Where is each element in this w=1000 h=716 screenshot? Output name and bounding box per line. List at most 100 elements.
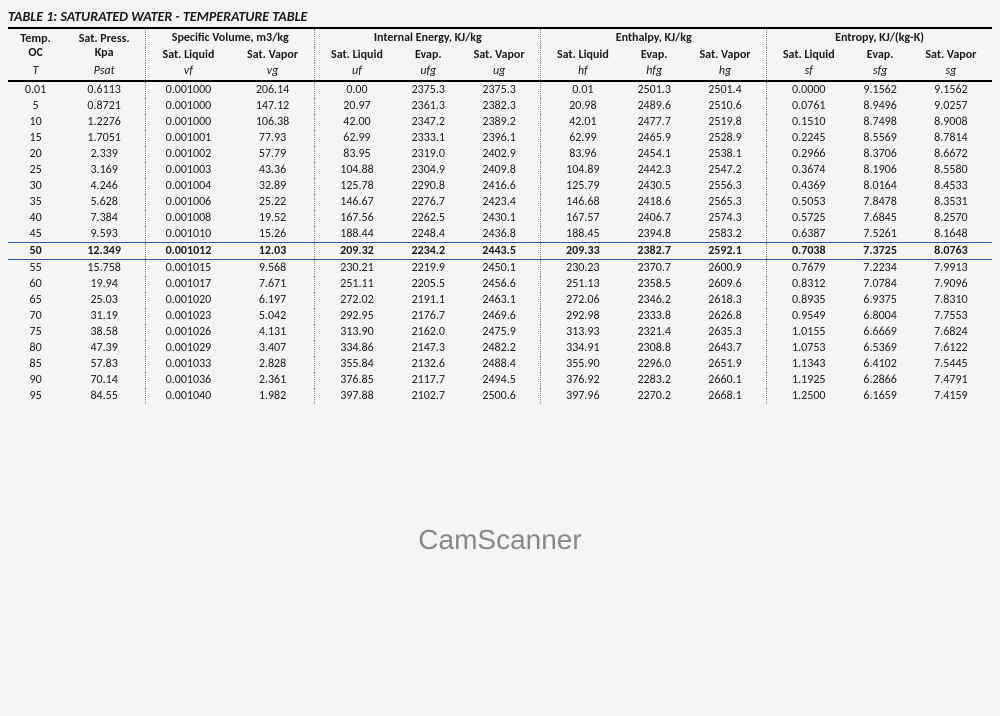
cell-hfg: 2346.2 [625, 292, 684, 308]
cell-Psat: 3.169 [63, 162, 146, 178]
table-row: 459.5930.00101015.26188.442248.42436.818… [8, 226, 992, 243]
cell-ug: 2436.8 [458, 226, 541, 243]
sym-hf: hf [541, 63, 625, 81]
table-row: 151.70510.00100177.9362.992333.12396.162… [8, 130, 992, 146]
cell-sf: 0.8312 [767, 276, 851, 292]
cell-ufg: 2290.8 [399, 178, 458, 194]
cell-T: 90 [8, 372, 63, 388]
cell-T: 10 [8, 114, 63, 130]
cell-Psat: 1.2276 [63, 114, 146, 130]
cell-T: 75 [8, 324, 63, 340]
cell-sfg: 6.6669 [850, 324, 909, 340]
cell-vf: 0.001000 [146, 114, 231, 130]
table-row: 304.2460.00100432.89125.782290.82416.612… [8, 178, 992, 194]
cell-ufg: 2117.7 [399, 372, 458, 388]
cell-T: 50 [8, 243, 63, 260]
cell-ufg: 2319.0 [399, 146, 458, 162]
cell-sg: 8.3531 [910, 194, 992, 210]
cell-hfg: 2394.8 [625, 226, 684, 243]
col-vg-head: Sat. Vapor [231, 47, 315, 63]
cell-vf: 0.001003 [146, 162, 231, 178]
cell-hg: 2556.3 [684, 178, 767, 194]
sym-Psat: Psat [63, 63, 146, 81]
cell-sfg: 6.1659 [850, 388, 909, 404]
cell-hfg: 2406.7 [625, 210, 684, 226]
cell-ufg: 2276.7 [399, 194, 458, 210]
cell-uf: 125.78 [315, 178, 399, 194]
cell-sg: 8.5580 [910, 162, 992, 178]
cell-ufg: 2102.7 [399, 388, 458, 404]
cell-ug: 2450.1 [458, 260, 541, 277]
cell-hg: 2538.1 [684, 146, 767, 162]
cell-vf: 0.001026 [146, 324, 231, 340]
cell-sfg: 6.2866 [850, 372, 909, 388]
cell-sfg: 7.0784 [850, 276, 909, 292]
cell-hg: 2574.3 [684, 210, 767, 226]
cell-ug: 2482.2 [458, 340, 541, 356]
cell-T: 55 [8, 260, 63, 277]
cell-T: 85 [8, 356, 63, 372]
cell-hfg: 2308.8 [625, 340, 684, 356]
cell-uf: 397.88 [315, 388, 399, 404]
cell-uf: 251.11 [315, 276, 399, 292]
cell-sf: 0.8935 [767, 292, 851, 308]
cell-vg: 77.93 [231, 130, 315, 146]
col-uf-head: Sat. Liquid [315, 47, 399, 63]
cell-ug: 2396.1 [458, 130, 541, 146]
col-sfg-head: Evap. [850, 47, 909, 63]
cell-hf: 42.01 [541, 114, 625, 130]
table-row: 9070.140.0010362.361376.852117.72494.537… [8, 372, 992, 388]
cell-hg: 2501.4 [684, 81, 767, 98]
cell-uf: 188.44 [315, 226, 399, 243]
table-row: 6525.030.0010206.197272.022191.12463.127… [8, 292, 992, 308]
cell-uf: 272.02 [315, 292, 399, 308]
cell-hfg: 2501.3 [625, 81, 684, 98]
cell-Psat: 47.39 [63, 340, 146, 356]
cell-sg: 7.6122 [910, 340, 992, 356]
cell-T: 25 [8, 162, 63, 178]
cell-sg: 7.5445 [910, 356, 992, 372]
sym-sf: sf [767, 63, 851, 81]
cell-vg: 32.89 [231, 178, 315, 194]
cell-sg: 9.0257 [910, 98, 992, 114]
cell-vg: 1.982 [231, 388, 315, 404]
cell-ug: 2475.9 [458, 324, 541, 340]
cell-ufg: 2347.2 [399, 114, 458, 130]
cell-uf: 42.00 [315, 114, 399, 130]
cell-vf: 0.001002 [146, 146, 231, 162]
cell-sfg: 6.5369 [850, 340, 909, 356]
col-hg-head: Sat. Vapor [684, 47, 767, 63]
cell-Psat: 4.246 [63, 178, 146, 194]
cell-sf: 0.4369 [767, 178, 851, 194]
cell-sg: 7.4159 [910, 388, 992, 404]
group-internal-energy: Internal Energy, KJ/kg [315, 29, 541, 47]
cell-ufg: 2191.1 [399, 292, 458, 308]
cell-vg: 12.03 [231, 243, 315, 260]
cell-hg: 2547.2 [684, 162, 767, 178]
cell-Psat: 15.758 [63, 260, 146, 277]
cell-sf: 0.0000 [767, 81, 851, 98]
cell-hg: 2651.9 [684, 356, 767, 372]
cell-sf: 0.3674 [767, 162, 851, 178]
cell-hf: 230.23 [541, 260, 625, 277]
cell-hfg: 2333.8 [625, 308, 684, 324]
cell-hg: 2668.1 [684, 388, 767, 404]
cell-hf: 272.06 [541, 292, 625, 308]
cell-hfg: 2454.1 [625, 146, 684, 162]
cell-hf: 376.92 [541, 372, 625, 388]
table-body: 0.010.61130.001000206.140.002375.32375.3… [8, 81, 992, 404]
cell-hf: 62.99 [541, 130, 625, 146]
cell-vg: 7.671 [231, 276, 315, 292]
cell-uf: 0.00 [315, 81, 399, 98]
cell-hg: 2583.2 [684, 226, 767, 243]
cell-hfg: 2358.5 [625, 276, 684, 292]
cell-sf: 1.1343 [767, 356, 851, 372]
cell-hf: 125.79 [541, 178, 625, 194]
cell-ug: 2375.3 [458, 81, 541, 98]
symbol-header-row: T Psat vf vg uf ufg ug hf hfg hg sf sfg … [8, 63, 992, 81]
cell-uf: 355.84 [315, 356, 399, 372]
cell-T: 0.01 [8, 81, 63, 98]
table-row: 202.3390.00100257.7983.952319.02402.983.… [8, 146, 992, 162]
table-row: 407.3840.00100819.52167.562262.52430.116… [8, 210, 992, 226]
cell-hfg: 2321.4 [625, 324, 684, 340]
